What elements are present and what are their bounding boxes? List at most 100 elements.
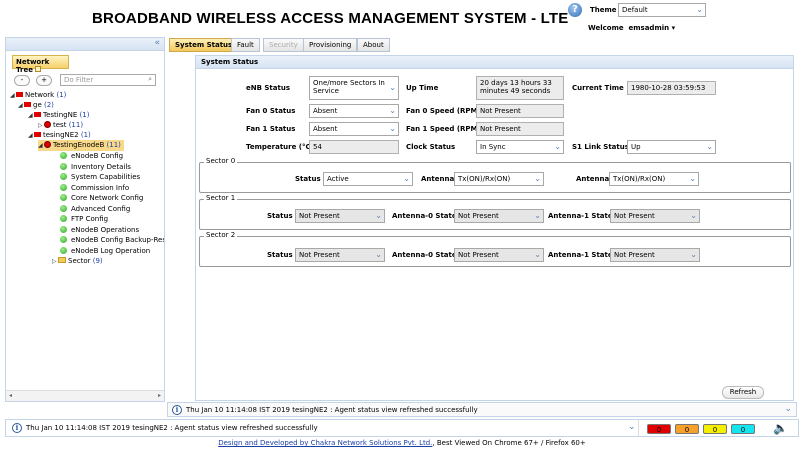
s1-link-select[interactable]: Up ⌄ [627,140,716,154]
theme-select-value: Default [622,6,648,14]
sector-1-antenna1-select[interactable]: Not Present ⌄ [610,209,700,223]
current-time-label: Current Time [572,84,624,92]
sector-0-antenna1-select[interactable]: Tx(ON)/Rx(ON) ⌄ [609,172,699,186]
tree-label: eNodeB Config Backup-Restore [71,236,164,244]
fan0-status-select[interactable]: Absent ⌄ [309,104,399,118]
tree-node-network[interactable]: ◢ Network (1) [10,90,164,100]
sector-2-antenna1-select[interactable]: Not Present ⌄ [610,248,700,262]
chevron-down-icon: ⌄ [554,142,561,151]
sector-2-status-select[interactable]: Not Present ⌄ [295,248,385,262]
network-tree-label: Network Tree [16,58,50,74]
alarm-count: 0 [656,426,662,434]
left-panel: « Network Tree - + Do Filter ⌕ ◢ Network (… [5,37,165,402]
major-alarm-count[interactable]: 0 [675,424,699,434]
tree-node-test[interactable]: ▷ test (11) [10,120,164,130]
tab-provisioning[interactable]: Provisioning [303,38,358,52]
chevron-down-icon: ⌄ [375,211,382,220]
filter-input[interactable]: Do Filter ⌕ [60,74,156,86]
theme-select[interactable]: Default ⌄ [618,3,706,17]
bottom-bar: i Thu Jan 10 11:14:08 IST 2019 tesingNE2… [5,419,799,437]
info-icon: i [172,405,182,415]
left-panel-header: « [6,38,164,51]
help-icon[interactable]: ? [568,3,582,17]
sector-0-status-select[interactable]: Active ⌄ [323,172,413,186]
tree-node-sector[interactable]: ▷ Sector (9) [10,256,164,266]
enb-status-label: eNB Status [246,84,290,92]
horizontal-scrollbar[interactable]: ◂ ▸ [6,390,164,401]
enodeb-icon [44,141,51,148]
alarm-count: 0 [712,426,718,434]
app-title: BROADBAND WIRELESS ACCESS MANAGEMENT SYS… [92,10,569,27]
sector-0-antenna0-select[interactable]: Tx(ON)/Rx(ON) ⌄ [454,172,544,186]
info-icon: i [12,423,22,433]
chevron-down-icon: ⌄ [389,83,396,92]
expand-all-button[interactable]: + [36,75,52,86]
refresh-button[interactable]: Refresh [722,386,764,399]
chevron-down-icon: ⌄ [534,250,541,259]
chevron-down-icon: ⌄ [534,174,541,183]
chevron-down-icon[interactable]: ⌄ [628,422,636,432]
tree-label: Commission Info [71,183,130,192]
collapse-all-button[interactable]: - [14,75,30,86]
sector-1-status-select[interactable]: Not Present ⌄ [295,209,385,223]
minor-alarm-count[interactable]: 0 [703,424,727,434]
clock-status-select[interactable]: In Sync ⌄ [476,140,564,154]
scroll-right-icon[interactable]: ▸ [158,392,161,399]
speaker-icon[interactable]: 🔈 [773,421,788,435]
green-status-icon [60,204,67,212]
tab-about[interactable]: About [357,38,390,52]
fan1-status-select[interactable]: Absent ⌄ [309,122,399,136]
enb-status-select[interactable]: One/more Sectors In Service ⌄ [309,76,399,100]
tree-node-commission[interactable]: Commission Info [10,183,164,193]
chevron-down-icon[interactable]: ⌄ [784,404,792,414]
enb-status-value: One/more Sectors In Service [313,79,385,95]
green-status-icon [60,246,67,254]
s1-link-label: S1 Link Status [572,143,629,151]
tree-node-testingne[interactable]: ◢ TestingNE (1) [10,110,164,120]
ne-icon [34,112,41,117]
tree-node-inventory[interactable]: Inventory Details [10,162,164,172]
tab-fault[interactable]: Fault [231,38,260,52]
sector-status-value: Not Present [299,251,340,259]
warning-alarm-count[interactable]: 0 [731,424,755,434]
tree-node-log[interactable]: eNodeB Log Operation [10,246,164,256]
tree-node-tesingne2[interactable]: ◢ tesingNE2 (1) [10,130,164,140]
current-time-value: 1980-10-28 03:59:53 [627,81,716,95]
expanded-icon: ◢ [38,142,43,149]
tree-node-capabilities[interactable]: System Capabilities [10,172,164,182]
network-tree-button[interactable]: Network Tree [12,55,69,74]
tree-node-operations[interactable]: eNodeB Operations [10,225,164,235]
antenna1-value: Not Present [614,251,655,259]
tree-label: ge [33,101,42,109]
sector-legend: Sector 1 [204,194,238,202]
tree-node-testingenodeb[interactable]: ◢ TestingEnodeB (11) [10,140,164,151]
tree-node-advanced[interactable]: Advanced Config [10,204,164,214]
main-tabs: System Status Fault Security Provisionin… [167,37,797,53]
company-link[interactable]: Design and Developed by Chakra Network S… [218,439,432,447]
footer: Design and Developed by Chakra Network S… [0,439,804,451]
critical-alarm-count[interactable]: 0 [647,424,671,434]
welcome[interactable]: Welcome emsadmin ▾ [588,24,675,32]
browser-note: , Best Viewed On Chrome 67+ / Firefox 60… [432,439,586,447]
tree-node-core-network[interactable]: Core Network Config [10,193,164,203]
tree-node-ge[interactable]: ◢ ge (2) [10,100,164,110]
tree-label: eNodeB Log Operation [71,246,151,255]
chevron-down-icon: ⌄ [690,250,697,259]
chevron-down-icon: ⌄ [706,142,713,151]
sector-1-antenna0-select[interactable]: Not Present ⌄ [454,209,544,223]
tree-options-icon [35,66,42,72]
sector-2-antenna0-select[interactable]: Not Present ⌄ [454,248,544,262]
tree-label: Sector [68,257,91,265]
green-status-icon [60,225,67,233]
tree-node-ftp[interactable]: FTP Config [10,214,164,224]
tree-count: (11) [106,141,121,149]
sector-status-value: Active [327,175,349,183]
collapse-left-icon[interactable]: « [154,38,160,48]
scroll-left-icon[interactable]: ◂ [9,392,12,399]
tree-node-backup[interactable]: eNodeB Config Backup-Restore [10,235,164,245]
folder-icon [58,257,66,263]
sector-1-group: Sector 1 Status Not Present ⌄ Antenna-0 S… [199,194,791,230]
tree-node-enodeb-config[interactable]: eNodeB Config [10,151,164,161]
chevron-down-icon: ⌄ [375,250,382,259]
tab-system-status[interactable]: System Status [169,38,239,52]
